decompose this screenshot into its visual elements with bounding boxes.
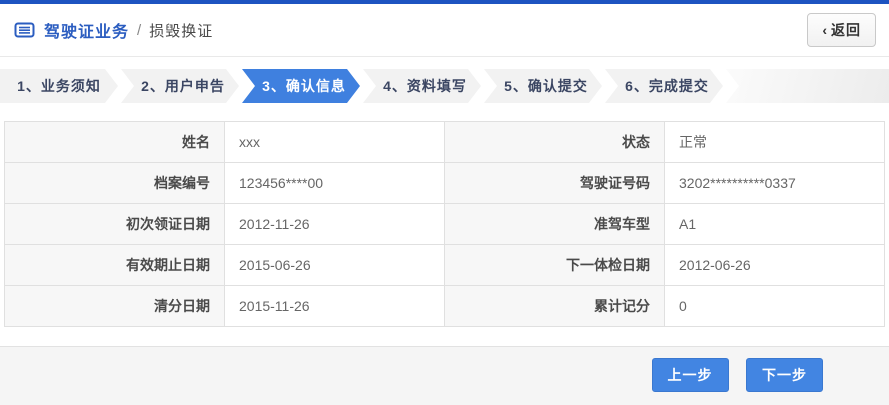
breadcrumb-current: 损毁换证 [149,22,214,40]
step-2-user-declaration: 2、用户申告 [121,69,239,103]
status-label: 状态 [444,121,665,163]
chevron-left-icon: ‹ [822,22,828,38]
next-checkup-date-label: 下一体检日期 [444,244,665,286]
footer-action-bar: 上一步 下一步 [0,346,889,405]
breadcrumb-separator: / [137,21,142,39]
license-number-value: 3202**********0337 [664,162,885,204]
expiry-date-label: 有效期止日期 [4,244,225,286]
first-issue-date-value: 2012-11-26 [224,203,445,245]
name-value: xxx [224,121,445,163]
step-bar-filler [726,69,889,103]
vehicle-class-value: A1 [664,203,885,245]
first-issue-date-label: 初次领证日期 [4,203,225,245]
step-1-business-notice: 1、业务须知 [0,69,118,103]
points-clear-date-label: 清分日期 [4,285,225,327]
step-progress-bar: 1、业务须知 2、用户申告 3、确认信息 4、资料填写 5、确认提交 6、完成提… [0,69,889,103]
page-title: 驾驶证业务 [44,24,130,41]
table-row: 有效期止日期 2015-06-26 下一体检日期 2012-06-26 [4,244,885,286]
previous-step-button[interactable]: 上一步 [651,358,729,392]
file-number-value: 123456****00 [224,162,445,204]
file-number-label: 档案编号 [4,162,225,204]
table-row: 档案编号 123456****00 驾驶证号码 3202**********03… [4,162,885,204]
table-row: 初次领证日期 2012-11-26 准驾车型 A1 [4,203,885,245]
status-value: 正常 [664,121,885,163]
step-4-fill-materials: 4、资料填写 [363,69,481,103]
license-number-label: 驾驶证号码 [444,162,665,204]
step-6-finish-submit: 6、完成提交 [605,69,723,103]
license-form-icon [14,22,35,38]
back-button-label: 返回 [831,22,861,38]
table-row: 清分日期 2015-11-26 累计记分 0 [4,285,885,327]
next-checkup-date-value: 2012-06-26 [664,244,885,286]
name-label: 姓名 [4,121,225,163]
step-3-confirm-info: 3、确认信息 [242,69,360,103]
expiry-date-value: 2015-06-26 [224,244,445,286]
next-step-button[interactable]: 下一步 [746,358,823,392]
page-header: 驾驶证业务 / 损毁换证 ‹ 返回 [0,4,889,57]
license-info-table: 姓名 xxx 状态 正常 档案编号 123456****00 驾驶证号码 320… [4,121,885,327]
table-row: 姓名 xxx 状态 正常 [4,121,885,163]
accumulated-points-label: 累计记分 [444,285,665,327]
back-button[interactable]: ‹ 返回 [807,13,876,47]
vehicle-class-label: 准驾车型 [444,203,665,245]
points-clear-date-value: 2015-11-26 [224,285,445,327]
step-5-confirm-submit: 5、确认提交 [484,69,602,103]
accumulated-points-value: 0 [664,285,885,327]
